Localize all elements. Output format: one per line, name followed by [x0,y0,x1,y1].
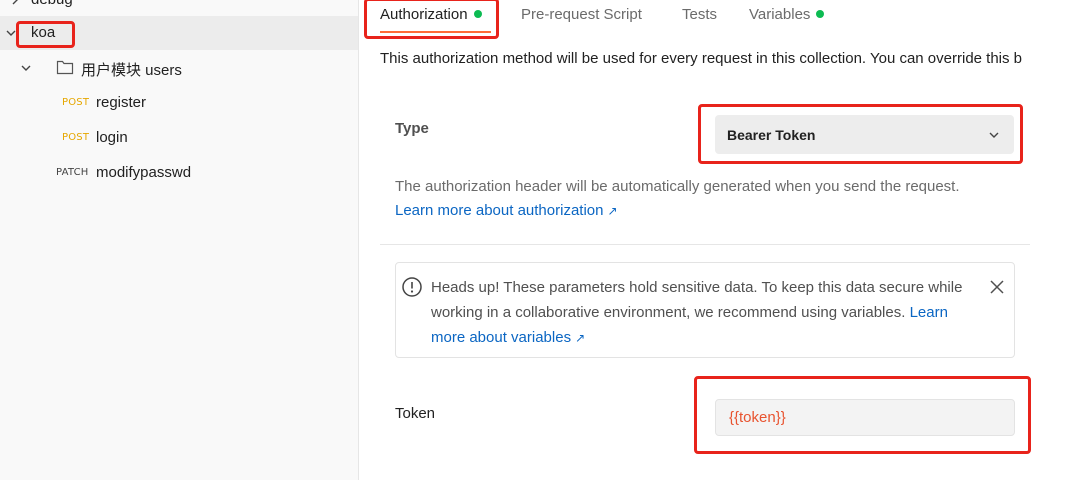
sensitive-data-alert: Heads up! These parameters hold sensitiv… [395,262,1015,358]
request-item-login[interactable]: POST login [0,121,358,155]
chevron-right-icon[interactable] [8,0,22,7]
collection-item-debug[interactable]: debug [0,0,358,17]
alert-text: Heads up! These parameters hold sensitiv… [431,279,963,321]
tab-pre-request-script[interactable]: Pre-request Script [521,2,642,26]
sidebar: debug koa 用户模块 users POST register POST … [0,0,359,480]
link-label: Learn more about authorization [395,202,604,219]
folder-label: 用户模块 users [81,62,182,79]
request-label: login [96,129,128,146]
auth-description: This authorization method will be used f… [380,50,1023,67]
close-icon[interactable] [988,278,1006,296]
request-label: modifypasswd [96,164,192,181]
type-label: Type [395,120,429,137]
folder-icon [56,59,74,75]
request-label: register [96,94,147,111]
token-label: Token [395,405,436,422]
collection-auth-panel: Authorization Pre-request Script Tests V… [360,0,1069,480]
auth-type-value: Bearer Token [727,126,816,143]
tab-label: Authorization [380,5,468,23]
token-value: {{token}} [729,409,786,426]
method-badge: POST [62,97,90,108]
request-item-register[interactable]: POST register [0,86,358,120]
auth-type-select[interactable]: Bearer Token [715,115,1014,154]
tab-label: Pre-request Script [521,5,642,23]
divider [380,244,1030,245]
method-badge: PATCH [56,167,89,178]
auth-help-text: The authorization header will be automat… [395,178,960,195]
tab-label: Variables [749,5,811,23]
token-input[interactable]: {{token}} [715,399,1015,436]
external-link-icon: ↗ [575,331,586,345]
tab-authorization[interactable]: Authorization [380,2,482,26]
request-item-modifypasswd[interactable]: PATCH modifypasswd [0,156,358,190]
folder-item-users[interactable]: 用户模块 users [0,51,358,85]
alert-message: Heads up! These parameters hold sensitiv… [431,275,971,351]
tab-tests[interactable]: Tests [682,2,717,26]
info-icon [401,276,423,298]
learn-more-authorization-link[interactable]: Learn more about authorization ↗ [395,202,618,219]
chevron-down-icon[interactable] [19,61,33,75]
collection-item-koa[interactable]: koa [0,16,358,50]
status-dot [816,10,825,18]
status-dot [473,10,482,18]
collection-label: debug [31,0,73,8]
method-badge: POST [62,132,90,143]
chevron-down-icon [988,128,1000,140]
external-link-icon: ↗ [607,204,618,218]
chevron-down-icon[interactable] [4,26,18,40]
tab-variables[interactable]: Variables [749,2,825,26]
tab-label: Tests [682,5,718,23]
active-tab-indicator [380,31,491,33]
collection-label: koa [31,24,56,41]
